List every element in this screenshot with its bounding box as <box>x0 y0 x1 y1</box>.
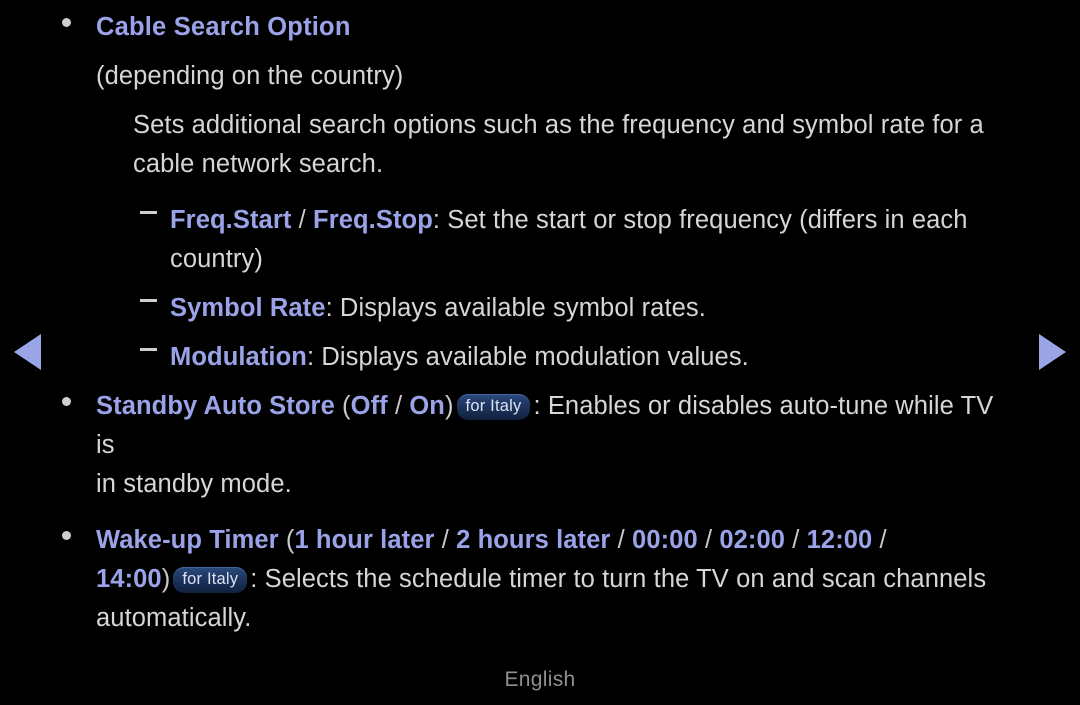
option-separator: / <box>872 526 887 554</box>
close-paren: ) <box>161 565 171 593</box>
freq-start-stop-description: : Set the start or stop frequency (diffe… <box>432 206 968 234</box>
keyword-separator: / <box>291 206 314 234</box>
bullet-icon <box>62 530 71 540</box>
open-paren: ( <box>278 526 295 554</box>
option-0000: 00:00 <box>632 526 698 554</box>
option-separator: / <box>387 392 410 420</box>
option-on: On <box>409 392 445 420</box>
open-paren: ( <box>334 392 351 420</box>
dash-icon <box>140 210 157 214</box>
cable-search-description-line-1: Sets additional search options such as t… <box>133 111 984 139</box>
section-standby-auto-store: Standby Auto Store (Off / On) for Italy: … <box>0 387 1080 504</box>
keyword-freq-stop: Freq.Stop <box>313 206 433 234</box>
for-italy-badge: for Italy <box>456 394 531 420</box>
dash-icon <box>140 347 157 351</box>
dash-icon <box>140 298 157 302</box>
option-1-hour-later: 1 hour later <box>294 526 435 554</box>
wake-up-timer-line-3: automatically. <box>96 604 252 632</box>
symbol-rate-line-1: Symbol Rate: Displays available symbol r… <box>170 289 990 328</box>
option-0200: 02:00 <box>719 526 786 554</box>
keyword-modulation: Modulation <box>170 343 307 371</box>
wake-up-timer-line-1: Wake-up Timer (1 hour later / 2 hours la… <box>96 521 1010 560</box>
modulation-description: : Displays available modulation values. <box>306 343 749 371</box>
option-separator: / <box>785 526 807 554</box>
section-heading-standby-auto-store: Standby Auto Store <box>96 392 335 420</box>
sub-item-freq-start-stop: Freq.Start / Freq.Stop: Set the start or… <box>0 201 1080 279</box>
wake-up-timer-description: : Selects the schedule timer to turn the… <box>250 565 987 593</box>
option-2-hours-later: 2 hours later <box>456 526 611 554</box>
bullet-icon <box>62 396 71 406</box>
section-cable-search-option: Cable Search Option (depending on the co… <box>0 8 1080 96</box>
option-separator: / <box>610 526 633 554</box>
standby-auto-store-line-2: in standby mode. <box>96 470 292 498</box>
emanual-page: Cable Search Option (depending on the co… <box>0 0 1080 705</box>
option-off: Off <box>350 392 388 420</box>
standby-auto-store-line-1: Standby Auto Store (Off / On) for Italy: … <box>96 387 1010 465</box>
keyword-symbol-rate: Symbol Rate <box>170 294 326 322</box>
cable-search-description: Sets additional search options such as t… <box>0 106 1080 184</box>
section-heading-cable-search-option: Cable Search Option <box>96 13 351 41</box>
section-wake-up-timer: Wake-up Timer (1 hour later / 2 hours la… <box>0 521 1080 638</box>
freq-start-stop-line-2: country) <box>170 245 263 273</box>
option-1200: 12:00 <box>806 526 873 554</box>
option-1400: 14:00 <box>96 565 162 593</box>
modulation-line-1: Modulation: Displays available modulatio… <box>170 338 990 377</box>
section-subtitle-cable-search-option: (depending on the country) <box>96 62 404 90</box>
close-paren: ) <box>444 392 454 420</box>
footer-language-label: English <box>504 668 576 691</box>
symbol-rate-description: : Displays available symbol rates. <box>325 294 706 322</box>
wake-up-timer-line-2: 14:00) for Italy: Selects the schedule ti… <box>96 560 1010 599</box>
for-italy-badge: for Italy <box>173 567 248 593</box>
keyword-freq-start: Freq.Start <box>170 206 292 234</box>
manual-content: Cable Search Option (depending on the co… <box>0 0 1080 638</box>
option-separator: / <box>434 526 457 554</box>
sub-item-modulation: Modulation: Displays available modulatio… <box>0 338 1080 377</box>
section-heading-wake-up-timer: Wake-up Timer <box>96 526 279 554</box>
option-separator: / <box>697 526 720 554</box>
freq-start-stop-line-1: Freq.Start / Freq.Stop: Set the start or… <box>170 201 990 240</box>
cable-search-description-line-2: cable network search. <box>133 150 384 178</box>
sub-item-symbol-rate: Symbol Rate: Displays available symbol r… <box>0 289 1080 328</box>
bullet-icon <box>62 17 71 27</box>
